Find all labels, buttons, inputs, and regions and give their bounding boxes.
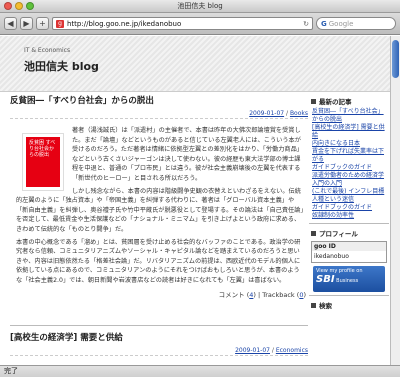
next-post-category-link[interactable]: Economics: [276, 347, 308, 354]
comments-count-link[interactable]: 4: [249, 291, 253, 299]
next-post-title[interactable]: [高校生の経済学] 需要と供給: [10, 329, 308, 343]
recent-link[interactable]: (これで最後) インフレ目標: [312, 188, 384, 195]
next-post: [高校生の経済学] 需要と供給 2009-01-07 / Economics: [10, 324, 308, 356]
search-heading-text: 検索: [319, 302, 332, 310]
recent-link[interactable]: 内向きになる日本: [312, 140, 360, 147]
url-text[interactable]: http://blog.goo.ne.jp/ikedanobuo: [67, 20, 181, 28]
post-paragraph: 本書の中心概念である「溜め」とは、貧困層を受け止める社会的なバッファのことである…: [16, 238, 301, 284]
post-footer: コメント (4) | Trackback (0): [218, 290, 306, 299]
profile-heading-text: プロフィール: [319, 230, 358, 238]
favicon-icon: g: [56, 19, 64, 28]
back-button[interactable]: ◀: [4, 17, 17, 30]
goo-id-label: goo ID: [312, 242, 386, 251]
search-heading: 検索: [311, 300, 389, 310]
list-item[interactable]: ガイドブックのガイド: [312, 204, 389, 212]
status-text: 完了: [4, 367, 18, 375]
recent-link[interactable]: ガイドブックのガイド: [312, 164, 372, 171]
recent-link[interactable]: [高校生の経済学] 需要と供給: [312, 124, 385, 139]
bullet-square-icon: [311, 98, 316, 104]
post-meta: 2009-01-07 / Books: [10, 110, 308, 119]
list-item[interactable]: 奴隷制の効率性: [312, 212, 389, 220]
divider: [309, 295, 389, 296]
search-placeholder: Google: [328, 19, 354, 28]
window-title: 池田信夫 blog: [177, 2, 223, 10]
trackback-label: Trackback: [262, 290, 295, 299]
recent-link[interactable]: 人種という迷信: [312, 196, 354, 203]
google-search-icon: G: [321, 19, 327, 28]
recent-heading-text: 最新の記事: [319, 98, 352, 106]
bullet-square-icon: [311, 302, 316, 308]
list-item[interactable]: 人種という迷信: [312, 196, 389, 204]
list-item[interactable]: 賃金を下げれば失業率は下がる: [312, 148, 389, 164]
trackback-count-link[interactable]: 0: [299, 291, 303, 299]
close-window-button[interactable]: [4, 2, 12, 10]
next-post-meta: 2009-01-07 / Economics: [10, 347, 308, 356]
divider: [309, 223, 389, 224]
recent-link[interactable]: ガイドブックのガイド: [312, 204, 372, 211]
blog-subtitle: IT & Economics: [24, 47, 71, 54]
sbi-profile-badge[interactable]: View my profile on SBI Business: [313, 266, 385, 292]
badge-sub: Business: [336, 278, 359, 284]
post-category-link[interactable]: Books: [290, 110, 308, 117]
post-date-link[interactable]: 2009-01-07: [249, 110, 284, 117]
post-paragraph: しかし残念ながら、本書の内容は階級闘争史観の衣替えといわざるをえない。伝統的左翼…: [16, 187, 304, 233]
minimize-window-button[interactable]: [15, 2, 23, 10]
recent-link[interactable]: 反貧困―「すべり台社会」からの脱出: [312, 108, 384, 123]
add-bookmark-button[interactable]: +: [36, 17, 49, 30]
goo-id-value[interactable]: ikedanobuo: [312, 251, 386, 262]
badge-brand: SBI: [316, 274, 335, 285]
post-title[interactable]: 反貧困―「すべり台社会」からの脱出: [10, 92, 308, 106]
list-item[interactable]: (これで最後) インフレ目標: [312, 188, 389, 196]
search-field[interactable]: G Google: [316, 17, 396, 30]
reload-icon[interactable]: ↻: [303, 20, 309, 28]
status-bar: 完了: [0, 365, 400, 377]
sidebar: 最新の記事 反貧困―「すべり台社会」からの脱出 [高校生の経済学] 需要と供給 …: [309, 92, 389, 312]
recent-heading: 最新の記事: [311, 96, 389, 106]
forward-button[interactable]: ▶: [20, 17, 33, 30]
book-cover-image[interactable]: 反貧困 すべり台社会からの脱出: [22, 133, 64, 191]
goo-id-box: goo ID ikedanobuo: [311, 241, 387, 263]
list-item[interactable]: 内向きになる日本: [312, 140, 389, 148]
recent-link[interactable]: 派遣労働者のための経済学入門の入門: [312, 172, 384, 187]
recent-link[interactable]: 賃金を下げれば失業率は下がる: [312, 148, 384, 163]
blog-header: IT & Economics 池田信夫 blog: [0, 36, 390, 92]
list-item[interactable]: 反貧困―「すべり台社会」からの脱出: [312, 108, 389, 124]
bullet-square-icon: [311, 230, 316, 236]
vertical-scrollbar[interactable]: [390, 36, 400, 365]
comments-label: コメント: [218, 290, 245, 299]
list-item[interactable]: ガイドブックのガイド: [312, 164, 389, 172]
scrollbar-thumb[interactable]: [392, 40, 399, 78]
list-item[interactable]: 派遣労働者のための経済学入門の入門: [312, 172, 389, 188]
window-titlebar: 池田信夫 blog: [0, 0, 400, 13]
book-cover-text: 反貧困 すべり台社会からの脱出: [26, 137, 60, 187]
window-controls[interactable]: [4, 2, 34, 10]
blog-title[interactable]: 池田信夫 blog: [24, 58, 390, 74]
recent-link[interactable]: 奴隷制の効率性: [312, 212, 354, 219]
recent-list: 反貧困―「すべり台社会」からの脱出 [高校生の経済学] 需要と供給 内向きになる…: [309, 108, 389, 220]
zoom-window-button[interactable]: [26, 2, 34, 10]
browser-toolbar: ◀ ▶ + g http://blog.goo.ne.jp/ikedanobuo…: [0, 13, 400, 35]
main-column: 反貧困―「すべり台社会」からの脱出 2009-01-07 / Books 反貧困…: [10, 92, 308, 356]
post-body: 反貧困 すべり台社会からの脱出 著者（湯浅誠氏）は「派遣村」の主催者で、本書は昨…: [10, 119, 308, 286]
web-page: IT & Economics 池田信夫 blog 反貧困―「すべり台社会」からの…: [0, 36, 390, 365]
profile-heading: プロフィール: [311, 228, 389, 238]
address-bar[interactable]: g http://blog.goo.ne.jp/ikedanobuo ↻: [52, 17, 313, 30]
next-post-date-link[interactable]: 2009-01-07: [235, 347, 270, 354]
list-item[interactable]: [高校生の経済学] 需要と供給: [312, 124, 389, 140]
